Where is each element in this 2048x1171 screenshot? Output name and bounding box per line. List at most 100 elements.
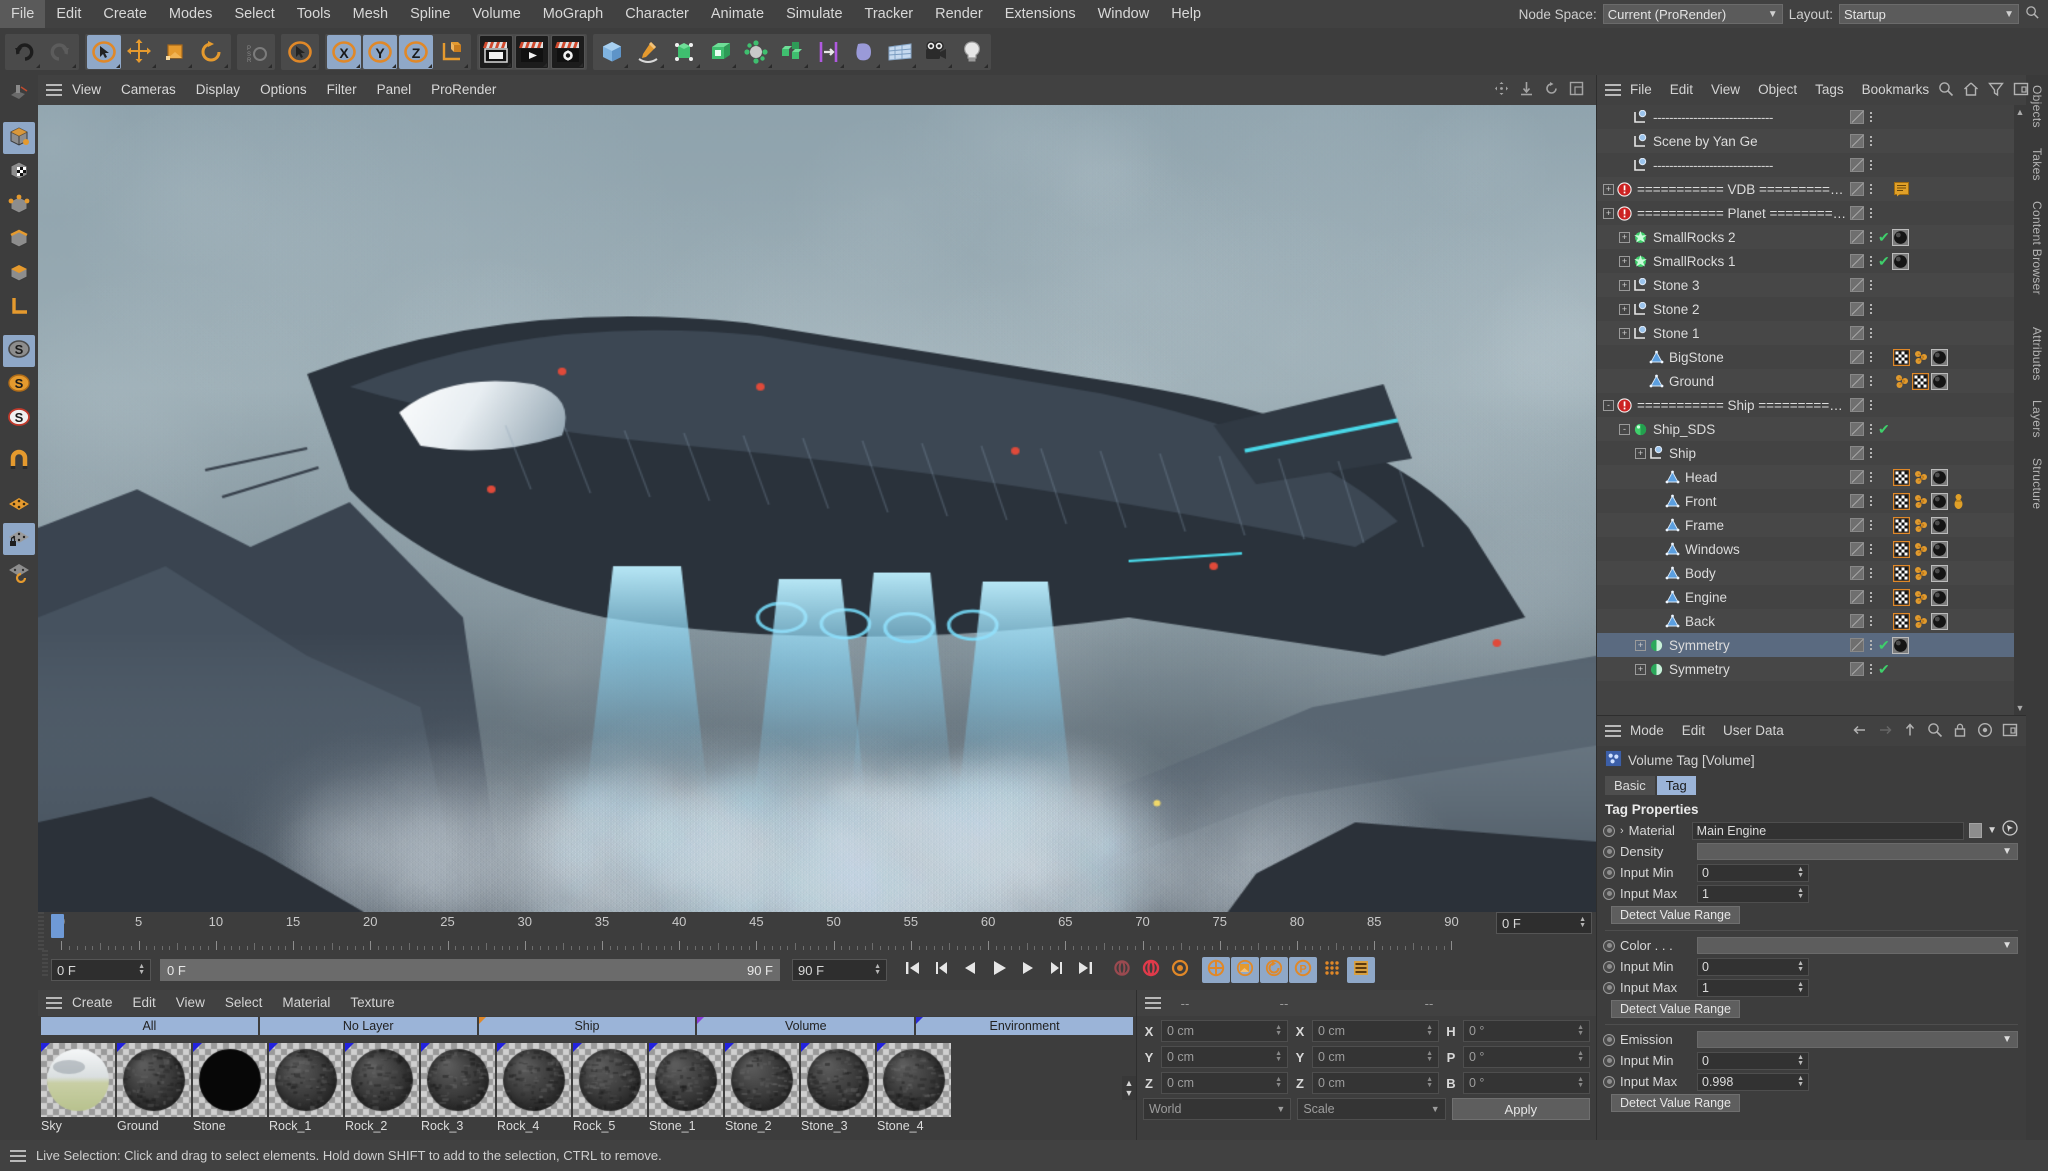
object-row[interactable]: - Ship_SDS ✔ [1597, 417, 2026, 441]
visibility-toggle-dots[interactable] [1870, 280, 1872, 290]
visibility-toggle-dots[interactable] [1870, 184, 1872, 194]
animate-dot[interactable] [1603, 888, 1615, 900]
object-row[interactable]: + Stone 1 [1597, 321, 2026, 345]
node-space-select[interactable]: Current (ProRender) ▼ [1603, 4, 1783, 24]
chevron-down-icon[interactable]: ▼ [1987, 825, 1997, 836]
tag-annotation-icon[interactable] [1893, 181, 1910, 198]
object-row[interactable]: + SmallRocks 1 ✔ [1597, 249, 2026, 273]
object-name[interactable]: Ground [1669, 374, 1714, 389]
menu-item-create[interactable]: Create [62, 990, 123, 1016]
material-item[interactable]: Stone [193, 1043, 267, 1133]
search-icon[interactable] [1938, 81, 1954, 100]
menu-item-options[interactable]: Options [250, 75, 317, 105]
object-name[interactable]: SmallRocks 1 [1653, 254, 1736, 269]
visibility-toggle-dots[interactable] [1870, 472, 1872, 482]
search-icon[interactable] [2025, 5, 2040, 23]
object-row[interactable]: ------------------------------ [1597, 105, 2026, 129]
tag-uv-icon[interactable] [1893, 541, 1910, 558]
axis-mode-button[interactable] [3, 292, 35, 324]
object-row[interactable]: + =========== VDB ============ [1597, 177, 2026, 201]
menu-item-view[interactable]: View [62, 75, 111, 105]
input-max-field[interactable]: 1 ▲ ▼ [1697, 885, 1809, 903]
spinner-icon[interactable]: ▲ ▼ [1426, 1077, 1433, 1089]
tag-selection-icon[interactable] [1912, 565, 1929, 582]
live-selection-button[interactable] [87, 35, 121, 69]
layer-box[interactable] [1850, 182, 1864, 196]
scale-key-button[interactable] [1231, 957, 1259, 983]
spinner-icon[interactable]: ▲ ▼ [1797, 1076, 1804, 1088]
object-name[interactable]: Stone 1 [1653, 326, 1700, 341]
menu-item-edit[interactable]: Edit [1673, 716, 1714, 746]
tag-uv-icon[interactable] [1893, 589, 1910, 606]
layer-tab-ship[interactable]: Ship [479, 1017, 696, 1035]
menu-item-create[interactable]: Create [92, 0, 158, 28]
menu-item-window[interactable]: Window [1087, 0, 1161, 28]
layer-box[interactable] [1850, 110, 1864, 124]
material-thumbnail[interactable] [117, 1043, 191, 1117]
layer-box[interactable] [1850, 278, 1864, 292]
visibility-toggle-dots[interactable] [1870, 640, 1872, 650]
object-name[interactable]: Ship_SDS [1653, 422, 1715, 437]
object-row[interactable]: - =========== Ship ============ [1597, 393, 2026, 417]
menu-item-panel[interactable]: Panel [367, 75, 422, 105]
visibility-toggle-dots[interactable] [1870, 520, 1872, 530]
workplane-rotate-button[interactable] [3, 557, 35, 589]
object-name[interactable]: Ship [1669, 446, 1696, 461]
coordinate-system-select[interactable]: World ▼ [1143, 1098, 1291, 1120]
material-thumbnail[interactable] [421, 1043, 495, 1117]
array-button[interactable] [703, 35, 737, 69]
object-name[interactable]: SmallRocks 2 [1653, 230, 1736, 245]
layer-box[interactable] [1850, 614, 1864, 628]
visibility-toggle-dots[interactable] [1870, 544, 1872, 554]
preview-range-bar[interactable]: 0 F 90 F [160, 959, 780, 981]
layer-box[interactable] [1850, 374, 1864, 388]
object-name[interactable]: Windows [1685, 542, 1740, 557]
record-active-objects-button[interactable] [1108, 957, 1136, 983]
spinner-icon[interactable]: ▲ ▼ [1275, 1051, 1282, 1063]
visibility-toggle-dots[interactable] [1870, 496, 1872, 506]
object-name[interactable]: Stone 3 [1653, 278, 1700, 293]
menu-item-edit[interactable]: Edit [1661, 75, 1702, 105]
spinner-icon[interactable]: ▲ ▼ [1797, 961, 1804, 973]
size-z-field[interactable]: 0 cm ▲ ▼ [1312, 1072, 1439, 1094]
timeline-playhead[interactable] [51, 914, 64, 938]
mograph-button[interactable] [739, 35, 773, 69]
object-name[interactable]: Symmetry [1669, 662, 1730, 677]
layer-box[interactable] [1850, 422, 1864, 436]
tag-selection-icon[interactable] [1893, 373, 1910, 390]
enable-axis-button[interactable]: S [3, 335, 35, 367]
visibility-toggle-dots[interactable] [1870, 112, 1872, 122]
property-dropdown[interactable]: ▼ [1697, 1031, 2018, 1048]
tag-selection-icon[interactable] [1912, 493, 1929, 510]
tag-sphere-dark-icon[interactable] [1931, 541, 1948, 558]
object-row[interactable]: + Stone 2 [1597, 297, 2026, 321]
enabled-check-icon[interactable]: ✔ [1878, 637, 1890, 654]
object-name[interactable]: Frame [1685, 518, 1724, 533]
animate-dot[interactable] [1603, 1076, 1615, 1088]
polygons-mode-button[interactable] [3, 258, 35, 290]
visibility-toggle-dots[interactable] [1870, 256, 1872, 266]
object-name[interactable]: ------------------------------ [1653, 110, 1773, 125]
object-name[interactable]: ------------------------------ [1653, 158, 1773, 173]
vertical-tab-content-browser[interactable]: Content Browser [2030, 191, 2044, 305]
tag-uv-icon[interactable] [1893, 349, 1910, 366]
object-row[interactable]: + Stone 3 [1597, 273, 2026, 297]
camera-button[interactable] [919, 35, 953, 69]
layer-tab-volume[interactable]: Volume [697, 1017, 914, 1035]
lock-icon[interactable] [1952, 722, 1968, 741]
object-name[interactable]: Engine [1685, 590, 1727, 605]
menu-item-select[interactable]: Select [215, 990, 273, 1016]
viewport-3d[interactable] [38, 105, 1596, 912]
layer-tab-all[interactable]: All [41, 1017, 258, 1035]
expander-toggle[interactable]: + [1619, 280, 1630, 291]
tag-sphere-dark-icon[interactable] [1931, 493, 1948, 510]
step-forward-button[interactable] [1014, 957, 1042, 983]
material-thumbnail[interactable] [497, 1043, 571, 1117]
material-item[interactable]: Rock_2 [345, 1043, 419, 1133]
fullscreen-icon[interactable] [2002, 722, 2018, 741]
menu-item-material[interactable]: Material [272, 990, 340, 1016]
material-item[interactable]: Stone_3 [801, 1043, 875, 1133]
material-item[interactable]: Rock_1 [269, 1043, 343, 1133]
material-picker-icon[interactable] [2002, 820, 2018, 841]
tag-sphere-dark-icon[interactable] [1931, 373, 1948, 390]
